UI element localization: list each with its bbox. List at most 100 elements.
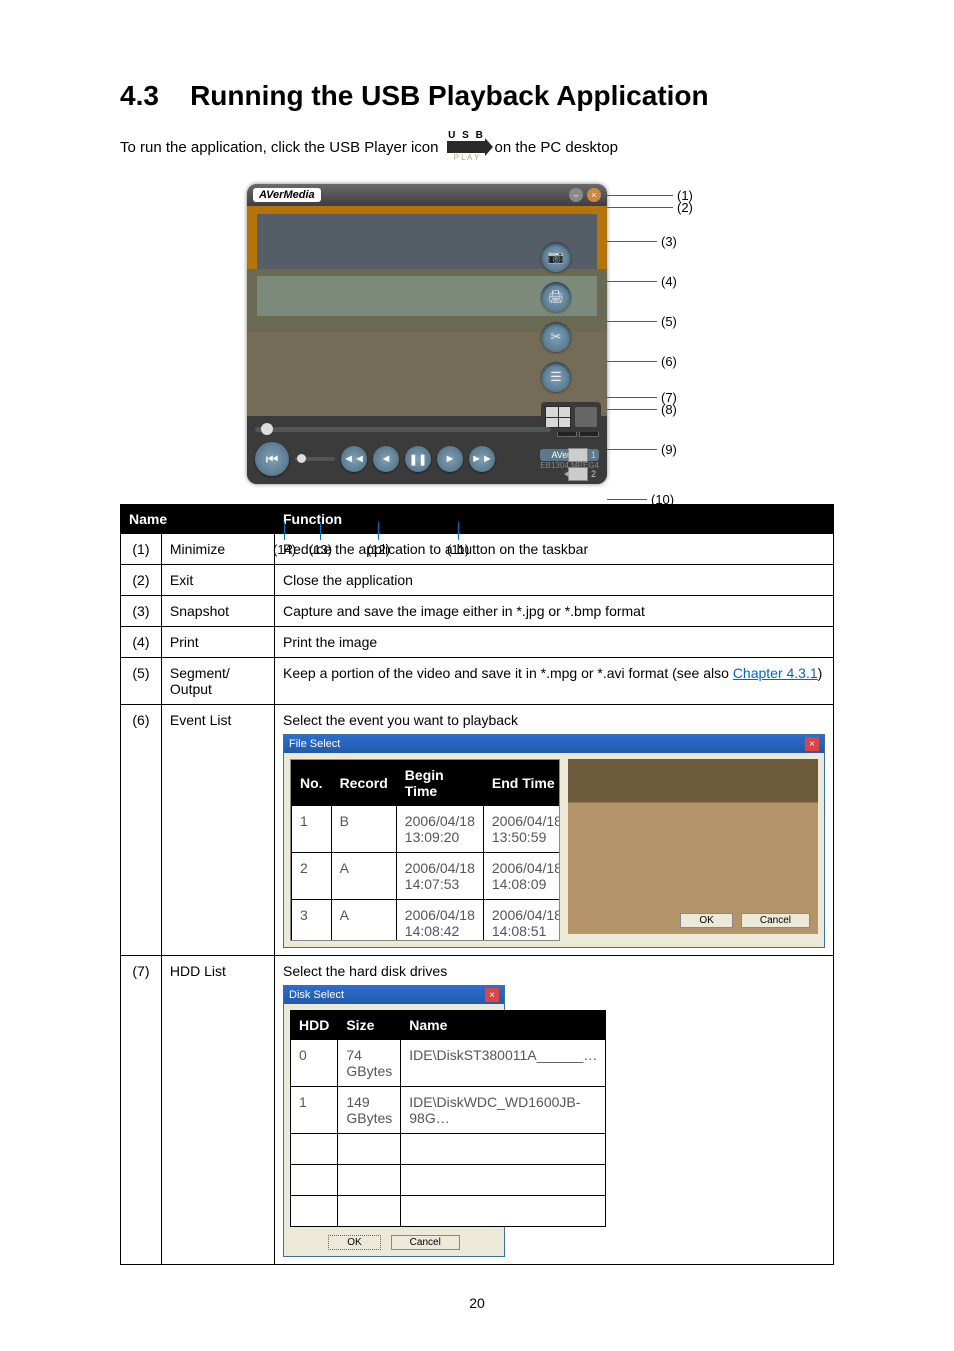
table-row: (3)SnapshotCapture and save the image ei… [121,596,834,627]
row-number: (4) [121,627,162,658]
event-list-button[interactable]: ☰ [541,362,571,392]
row-number: (5) [121,658,162,705]
close-icon[interactable]: × [805,737,819,751]
intro-sentence: To run the application, click the USB Pl… [120,130,834,164]
intro-pre: To run the application, click the USB Pl… [120,139,439,156]
usb-player-icon: U S B P L A Y [443,130,491,164]
row-name: Minimize [161,534,274,565]
callout-(3): (3) [607,234,677,249]
channel-2[interactable]: 2 [568,467,599,481]
col-header: Name [401,1011,606,1040]
channel-1[interactable]: 1 [568,448,599,462]
disk-select-dialog: Disk Select×HDDSizeName074 GBytesIDE\Dis… [283,985,505,1257]
col-header: End Time [483,761,560,806]
table-row: (4)PrintPrint the image [121,627,834,658]
camera-icon [568,467,588,481]
rewind-begin-button[interactable]: ⏮ [255,442,289,476]
col-header: Begin Time [396,761,483,806]
row-number: (2) [121,565,162,596]
close-icon[interactable]: × [485,988,499,1002]
brand-badge: AVerMedia [253,188,321,202]
callout-(11): (11) [447,522,469,557]
col-header: No. [292,761,332,806]
section-title-text: Running the USB Playback Application [190,80,709,111]
table-row: (2)ExitClose the application [121,565,834,596]
close-button[interactable]: × [587,188,601,202]
callout-(6): (6) [607,354,677,369]
row-name: Event List [161,705,274,956]
page-number: 20 [120,1295,834,1311]
cancel-button[interactable]: Cancel [741,913,810,928]
chapter-link[interactable]: Chapter 4.3.1 [733,665,818,681]
table-row: (1)MinimizeReduce the application to a b… [121,534,834,565]
camera-icon [568,448,588,462]
callout-(4): (4) [607,274,677,289]
print-button[interactable]: 🖨 [541,282,571,312]
player-titlebar: AVerMedia – × [247,184,607,206]
row-function: Keep a portion of the video and save it … [275,658,834,705]
ok-button[interactable]: OK [328,1235,380,1250]
disk-row[interactable]: 1149 GBytesIDE\DiskWDC_WD1600JB-98G… [291,1087,606,1134]
disk-row[interactable]: 074 GBytesIDE\DiskST380011A______… [291,1040,606,1087]
col-header: HDD [291,1011,338,1040]
section-heading: 4.3 Running the USB Playback Application [120,80,834,112]
player-figure: AVerMedia – × 📷 🖨 ✂ ☰ [120,184,834,484]
row-func-text: Select the event you want to playback [283,712,825,728]
next-button[interactable]: ►► [469,446,495,472]
callout-(14): (14) [273,522,296,557]
callout-(2): (2) [607,200,693,215]
dialog-title: File Select× [284,735,824,753]
row-function: Capture and save the image either in *.j… [275,596,834,627]
row-name: HDD List [161,956,274,1265]
event-table[interactable]: No.RecordBegin TimeEnd Time1B2006/04/18 … [290,759,560,941]
disk-table[interactable]: HDDSizeName074 GBytesIDE\DiskST380011A__… [290,1010,606,1227]
speed-slider[interactable] [295,457,335,461]
callout-(13): (13) [309,522,332,557]
row-name: Print [161,627,274,658]
row-function: Close the application [275,565,834,596]
video-viewport: 📷 🖨 ✂ ☰ 1 2 3 4 [247,206,607,416]
segment-output-button[interactable]: ✂ [541,322,571,352]
pause-button[interactable]: ❚❚ [405,446,431,472]
cancel-button[interactable]: Cancel [391,1235,460,1250]
section-number: 4.3 [120,80,159,111]
row-name: Snapshot [161,596,274,627]
step-back-button[interactable]: ◄ [373,446,399,472]
callout-(5): (5) [607,314,677,329]
row-func-text: Select the hard disk drives [283,963,825,979]
dialog-title: Disk Select× [284,986,504,1004]
snapshot-button[interactable]: 📷 [541,242,571,272]
row-function: Select the hard disk drives Disk Select× H… [275,956,834,1265]
row-name: Segment/ Output [161,658,274,705]
event-row[interactable]: 3A2006/04/18 14:08:422006/04/18 14:08:51 [292,900,561,942]
event-row[interactable]: 2A2006/04/18 14:07:532006/04/18 14:08:09 [292,853,561,900]
callout-(9): (9) [607,442,677,457]
header-function: Function [275,505,834,534]
play-button[interactable]: ► [437,446,463,472]
row-function: Select the event you want to playback Fil… [275,705,834,956]
callout-(10): (10) [607,492,674,507]
row-number: (1) [121,534,162,565]
col-header: Record [331,761,396,806]
preview-pane: OK Cancel [568,759,818,934]
table-row: (7)HDD List Select the hard disk drives Di… [121,956,834,1265]
usb-icon-arrow [447,141,487,153]
prev-button[interactable]: ◄◄ [341,446,367,472]
ok-button[interactable]: OK [680,913,732,928]
row-number: (6) [121,705,162,956]
function-table: Name Function (1)MinimizeReduce the appl… [120,504,834,1265]
row-number: (7) [121,956,162,1265]
event-row[interactable]: 1B2006/04/18 13:09:202006/04/18 13:50:59 [292,806,561,853]
channel-list: 1 2 3 4 [541,448,599,484]
row-name: Exit [161,565,274,596]
table-row: (5)Segment/ OutputKeep a portion of the … [121,658,834,705]
usb-icon-bottom-label: P L A Y [454,153,480,162]
hdd-list-button[interactable] [575,407,597,427]
callout-(12): (12) [367,522,390,557]
split-view-button[interactable] [545,406,571,428]
intro-post: on the PC desktop [495,139,618,156]
seek-slider[interactable] [255,427,551,432]
header-name: Name [121,505,275,534]
usb-icon-top-label: U S B [448,130,485,141]
minimize-button[interactable]: – [569,188,583,202]
